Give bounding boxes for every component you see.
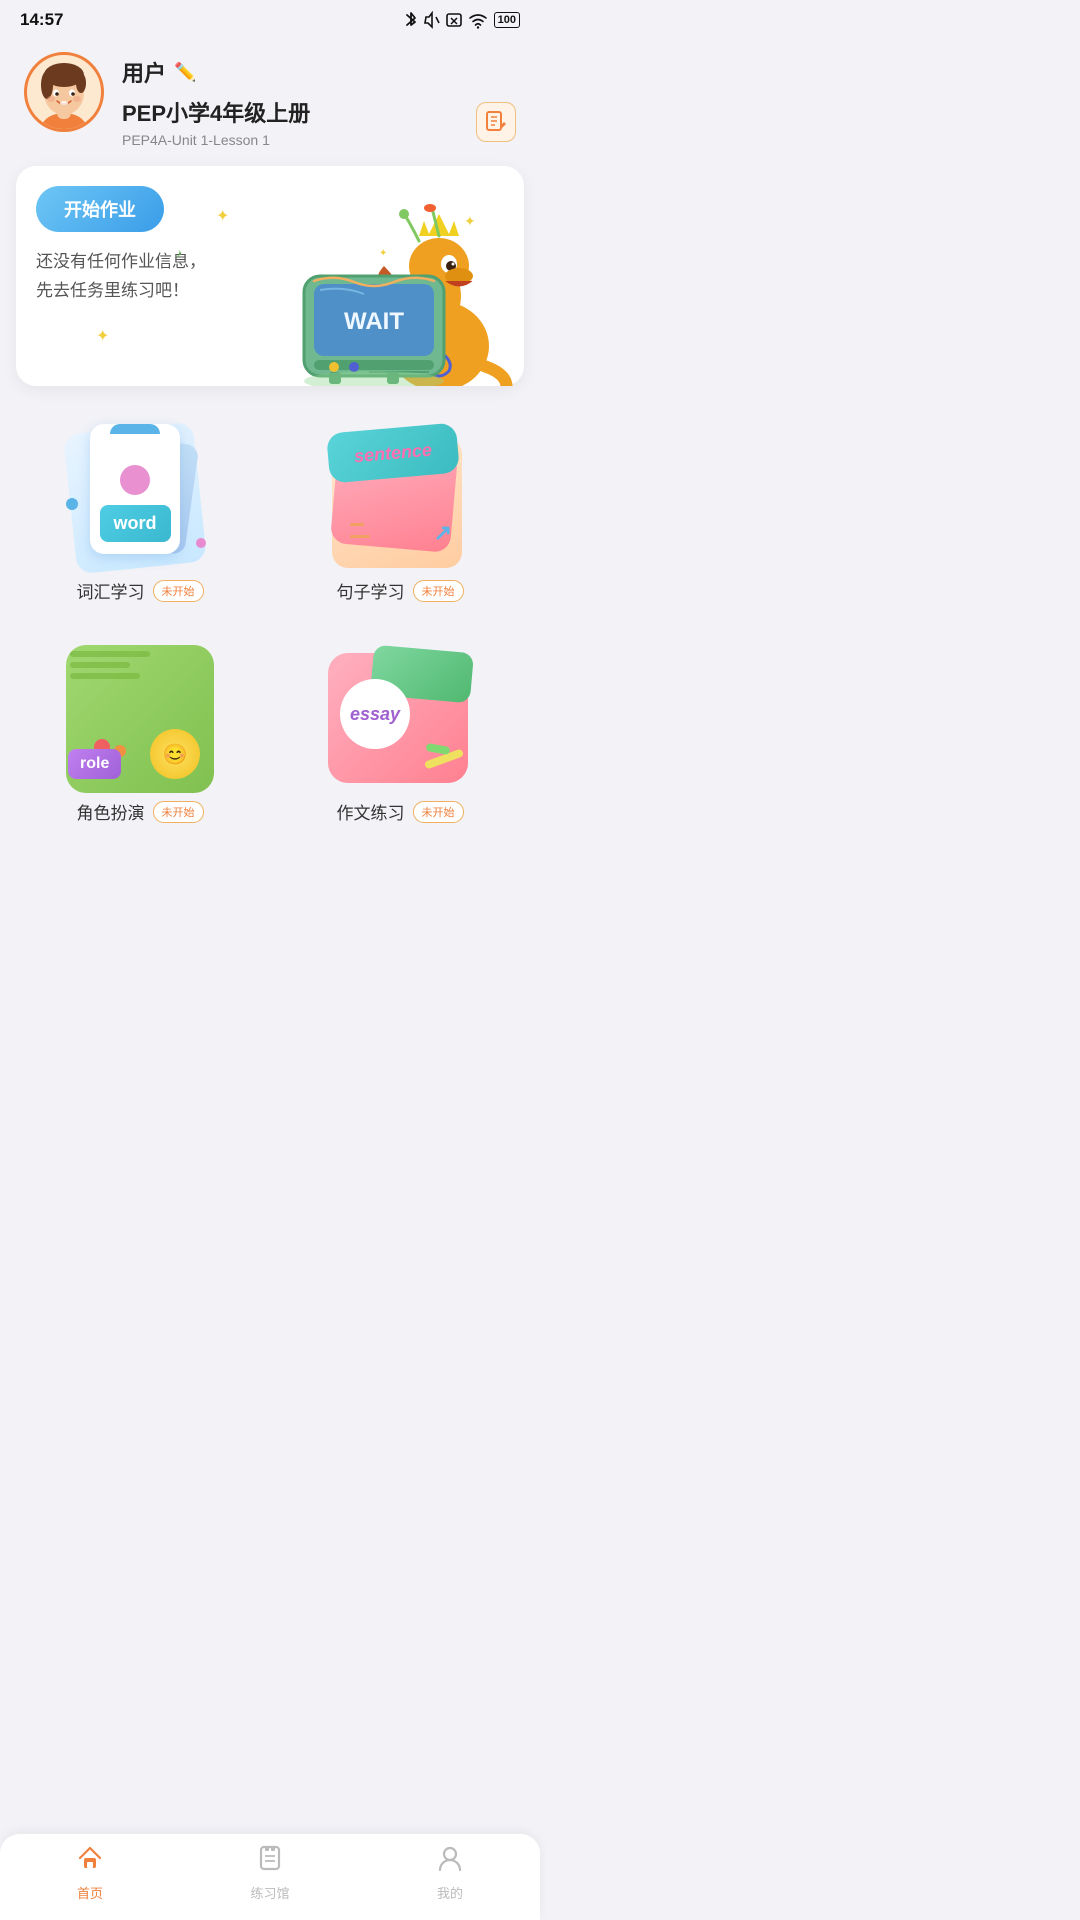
avatar-illustration (27, 55, 101, 129)
sentence-card-illustration: sentence ↗ (320, 418, 480, 578)
no-homework-text: 还没有任何作业信息，先去任务里练习吧！ (36, 248, 236, 306)
book-subtitle: PEP4A-Unit 1-Lesson 1 (122, 132, 310, 148)
mute-icon (424, 11, 440, 29)
role-play-item[interactable]: 😊 role 角色扮演 未开始 (10, 623, 270, 844)
role-label: 角色扮演 (77, 799, 145, 824)
svg-text:✦: ✦ (379, 248, 387, 259)
home-label: 首页 (77, 1883, 103, 1902)
nav-practice[interactable]: 练习馆 (180, 1844, 360, 1902)
wifi-icon (468, 11, 488, 29)
book-title-row: PEP小学4年级上册 PEP4A-Unit 1-Lesson 1 (122, 96, 516, 148)
status-bar: 14:57 100 (0, 0, 540, 36)
user-name-row: 用户 ✏️ (122, 56, 516, 88)
essay-card-illustration: essay (320, 639, 480, 799)
role-card-illustration: 😊 role (60, 639, 220, 799)
svg-text:WAIT: WAIT (344, 308, 404, 335)
sentence-label: 句子学习 (337, 578, 405, 603)
word-label-row: 词汇学习 未开始 (77, 578, 204, 603)
mine-icon (436, 1844, 464, 1879)
word-learning-item[interactable]: word 词汇学习 未开始 (10, 402, 270, 623)
learning-grid: word 词汇学习 未开始 sentence ↗ 句子学习 未开始 (0, 402, 540, 844)
status-icons: 100 (404, 11, 520, 29)
nav-home[interactable]: 首页 (0, 1844, 180, 1902)
mine-label: 我的 (437, 1883, 463, 1902)
practice-label: 练习馆 (250, 1883, 289, 1902)
user-name: 用户 (122, 56, 166, 88)
role-label-row: 角色扮演 未开始 (77, 799, 204, 824)
home-icon (76, 1844, 104, 1879)
essay-item[interactable]: essay 作文练习 未开始 (270, 623, 530, 844)
role-status-tag: 未开始 (153, 801, 204, 823)
essay-label: 作文练习 (337, 799, 405, 824)
homework-card: 开始作业 还没有任何作业信息，先去任务里练习吧！ ✦ ♪ ✦ (16, 166, 524, 386)
sentence-status-tag: 未开始 (413, 580, 464, 602)
edit-icon[interactable]: ✏️ (174, 62, 196, 83)
essay-label-row: 作文练习 未开始 (337, 799, 464, 824)
svg-text:✦: ✦ (464, 213, 476, 229)
practice-icon (256, 1844, 284, 1879)
avatar[interactable] (24, 52, 104, 132)
book-title-info: PEP小学4年级上册 PEP4A-Unit 1-Lesson 1 (122, 96, 310, 148)
start-homework-button[interactable]: 开始作业 (36, 186, 164, 232)
word-label: 词汇学习 (77, 578, 145, 603)
word-card-illustration: word (60, 418, 220, 578)
status-time: 14:57 (20, 10, 63, 30)
sentence-label-row: 句子学习 未开始 (337, 578, 464, 603)
nav-mine[interactable]: 我的 (360, 1844, 540, 1902)
sparkle-3: ✦ (96, 326, 109, 346)
word-status-tag: 未开始 (153, 580, 204, 602)
book-title: PEP小学4年级上册 (122, 96, 310, 128)
sparkle-1: ✦ (216, 206, 229, 226)
bluetooth-icon (404, 11, 418, 29)
wait-tv-illustration: ✦ ✦ WAIT (284, 176, 514, 386)
battery-icon: 100 (494, 12, 520, 28)
essay-status-tag: 未开始 (413, 801, 464, 823)
bottom-nav: 首页 练习馆 我的 (0, 1833, 540, 1920)
sentence-learning-item[interactable]: sentence ↗ 句子学习 未开始 (270, 402, 530, 623)
close-icon (446, 11, 462, 29)
profile-info: 用户 ✏️ PEP小学4年级上册 PEP4A-Unit 1-Lesson 1 (122, 52, 516, 148)
profile-section: 用户 ✏️ PEP小学4年级上册 PEP4A-Unit 1-Lesson 1 (0, 36, 540, 158)
book-edit-icon[interactable] (476, 102, 516, 142)
